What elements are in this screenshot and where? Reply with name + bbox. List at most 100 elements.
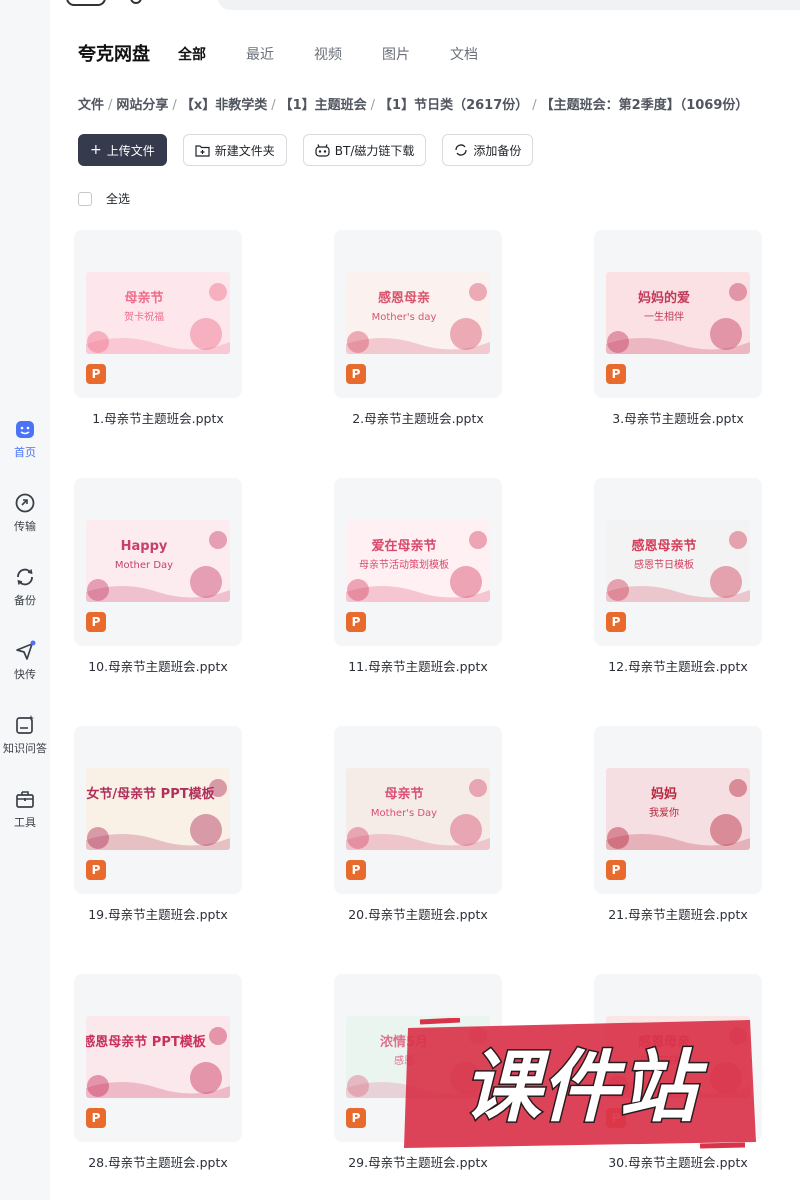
file-name[interactable]: 3.母亲节主题班会.pptx: [594, 408, 762, 427]
sidebar-item-label: 首页: [14, 446, 36, 459]
file-thumbnail: 妈妈 我爱你: [606, 768, 750, 850]
address-bar[interactable]: [218, 0, 800, 10]
sidebar-item-knowledge-qa[interactable]: 知识问答: [0, 714, 50, 756]
thumbnail-caption: 妈妈: [651, 786, 677, 802]
back-forward-control[interactable]: [66, 0, 106, 6]
sidebar-item-backup[interactable]: 备份: [0, 566, 50, 608]
backup-icon: [455, 144, 468, 156]
plus-icon: +: [90, 142, 102, 158]
watermark-stamp: 课件站: [404, 1018, 756, 1149]
file-thumbnail-tile[interactable]: Happy Mother Day P: [74, 478, 242, 646]
sidebar-item-home[interactable]: 首页: [0, 418, 50, 460]
upload-file-button[interactable]: + 上传文件: [78, 134, 167, 166]
thumbnail-caption: 感恩母亲节: [631, 538, 696, 554]
file-card[interactable]: 爱在母亲节 母亲节活动策划模板 P 11.母亲节主题班会.pptx: [334, 478, 502, 674]
file-thumbnail-tile[interactable]: 爱在母亲节 母亲节活动策划模板 P: [334, 478, 502, 646]
file-name[interactable]: 19.母亲节主题班会.pptx: [74, 904, 242, 923]
thumbnail-caption: 一生相伴: [644, 310, 684, 323]
breadcrumb-current: 【主题班会：第2季度】（1069份）: [540, 98, 749, 113]
ppt-file-icon: P: [86, 364, 106, 384]
file-thumbnail-tile[interactable]: 母亲节 Mother's Day P: [334, 726, 502, 894]
refresh-icon[interactable]: [130, 0, 142, 4]
file-card[interactable]: 感恩母亲节 PPT模板 P 28.母亲节主题班会.pptx: [74, 974, 242, 1170]
select-all[interactable]: 全选: [78, 190, 130, 207]
file-card[interactable]: 母亲节 贺卡祝福 P 1.母亲节主题班会.pptx: [74, 230, 242, 426]
file-thumbnail-tile[interactable]: 妇女节/母亲节 PPT模板 P: [74, 726, 242, 894]
knowledge-qa-icon: [16, 715, 34, 734]
thumbnail-caption: 感恩节日模板: [634, 558, 694, 571]
file-thumbnail-tile[interactable]: 妈妈 我爱你 P: [594, 726, 762, 894]
tab-all[interactable]: 全部: [178, 44, 206, 64]
file-thumbnail: 母亲节 Mother's Day: [346, 768, 490, 850]
magnet-icon: [315, 143, 330, 157]
ppt-file-icon: P: [606, 364, 626, 384]
new-folder-button[interactable]: 新建文件夹: [182, 134, 287, 166]
bt-magnet-download-button[interactable]: BT/磁力链下载: [302, 134, 427, 166]
thumbnail-caption: 感恩母亲: [378, 290, 430, 306]
sidebar-item-tools[interactable]: 工具: [0, 788, 50, 830]
add-backup-button[interactable]: 添加备份: [442, 134, 534, 166]
transfer-icon: [15, 493, 35, 513]
breadcrumb-item[interactable]: 【1】节日类（2617份）: [379, 98, 528, 113]
ppt-file-icon: P: [86, 1108, 106, 1128]
file-name[interactable]: 28.母亲节主题班会.pptx: [74, 1152, 242, 1171]
quick-send-icon: [16, 640, 36, 660]
home-icon: [16, 421, 34, 438]
ppt-file-icon: P: [86, 860, 106, 880]
file-thumbnail-tile[interactable]: 母亲节 贺卡祝福 P: [74, 230, 242, 398]
tab-images[interactable]: 图片: [382, 44, 410, 64]
file-card[interactable]: 妈妈的爱 一生相伴 P 3.母亲节主题班会.pptx: [594, 230, 762, 426]
sidebar-item-label: 传输: [14, 520, 36, 533]
breadcrumb-item[interactable]: 【1】主题班会: [280, 98, 367, 113]
file-name[interactable]: 12.母亲节主题班会.pptx: [594, 656, 762, 675]
file-thumbnail-tile[interactable]: 妈妈的爱 一生相伴 P: [594, 230, 762, 398]
file-name[interactable]: 2.母亲节主题班会.pptx: [334, 408, 502, 427]
file-name[interactable]: 11.母亲节主题班会.pptx: [334, 656, 502, 675]
sidebar-item-label: 工具: [14, 816, 36, 829]
file-card[interactable]: Happy Mother Day P 10.母亲节主题班会.pptx: [74, 478, 242, 674]
sidebar-item-label: 快传: [14, 668, 36, 681]
tab-documents[interactable]: 文档: [450, 44, 478, 64]
file-thumbnail: 母亲节 贺卡祝福: [86, 272, 230, 354]
select-all-checkbox[interactable]: [78, 191, 92, 206]
app-brand: 夸克网盘: [78, 44, 150, 65]
ppt-file-icon: P: [346, 860, 366, 880]
file-card[interactable]: 母亲节 Mother's Day P 20.母亲节主题班会.pptx: [334, 726, 502, 922]
file-name[interactable]: 1.母亲节主题班会.pptx: [74, 408, 242, 427]
ppt-file-icon: P: [346, 364, 366, 384]
thumbnail-caption: Mother's day: [372, 312, 437, 323]
breadcrumb-item[interactable]: 【x】非教学类: [181, 98, 267, 113]
file-thumbnail-tile[interactable]: 感恩母亲节 PPT模板 P: [74, 974, 242, 1142]
sidebar-item-quick-send[interactable]: 快传: [0, 640, 50, 682]
file-name[interactable]: 30.母亲节主题班会.pptx: [594, 1152, 762, 1171]
sidebar: 首页 传输 备份 快传 知识问答 工具: [0, 0, 50, 1200]
ppt-file-icon: P: [606, 612, 626, 632]
file-card[interactable]: 妈妈 我爱你 P 21.母亲节主题班会.pptx: [594, 726, 762, 922]
sidebar-item-transfer[interactable]: 传输: [0, 492, 50, 534]
file-name[interactable]: 10.母亲节主题班会.pptx: [74, 656, 242, 675]
ppt-file-icon: P: [606, 860, 626, 880]
tab-video[interactable]: 视频: [314, 44, 342, 64]
new-folder-label: 新建文件夹: [214, 143, 275, 158]
file-thumbnail: 感恩母亲节 PPT模板: [86, 1016, 230, 1098]
backup-icon: [17, 568, 33, 586]
sidebar-item-label: 备份: [14, 594, 36, 607]
file-thumbnail-tile[interactable]: 感恩母亲 Mother's day P: [334, 230, 502, 398]
breadcrumb-item[interactable]: 网站分享: [116, 98, 168, 113]
file-card[interactable]: 感恩母亲节感恩节日模板 P 12.母亲节主题班会.pptx: [594, 478, 762, 674]
file-name[interactable]: 20.母亲节主题班会.pptx: [334, 904, 502, 923]
thumbnail-caption: 母亲节活动策划模板: [359, 558, 449, 571]
file-thumbnail: 爱在母亲节 母亲节活动策划模板: [346, 520, 490, 602]
thumbnail-caption: Mother's Day: [371, 808, 437, 819]
toolbar: + 上传文件 新建文件夹 BT/磁力链下载 添加备份: [78, 134, 549, 166]
file-name[interactable]: 21.母亲节主题班会.pptx: [594, 904, 762, 923]
file-card[interactable]: 感恩母亲 Mother's day P 2.母亲节主题班会.pptx: [334, 230, 502, 426]
file-name[interactable]: 29.母亲节主题班会.pptx: [334, 1152, 502, 1171]
thumbnail-caption: Happy: [121, 539, 168, 554]
breadcrumb-item[interactable]: 文件: [78, 98, 104, 113]
file-card[interactable]: 妇女节/母亲节 PPT模板 P 19.母亲节主题班会.pptx: [74, 726, 242, 922]
thumbnail-caption: 母亲节: [384, 786, 423, 802]
file-thumbnail-tile[interactable]: 感恩母亲节感恩节日模板 P: [594, 478, 762, 646]
tab-recent[interactable]: 最近: [246, 44, 274, 64]
thumbnail-caption: 妇女节/母亲节 PPT模板: [86, 786, 216, 802]
